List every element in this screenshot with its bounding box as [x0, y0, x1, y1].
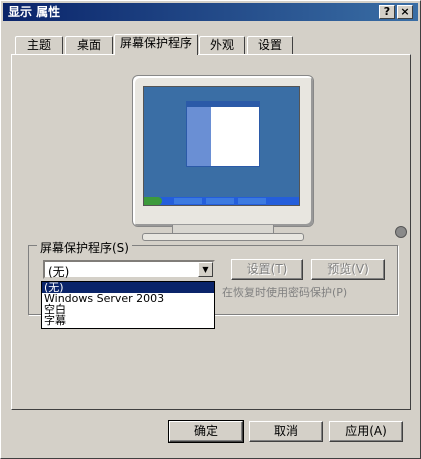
tab-appearance[interactable]: 外观: [199, 36, 245, 54]
title-bar[interactable]: 显示 属性 ? ×: [3, 3, 418, 21]
monitor-preview: [132, 75, 407, 238]
preview-screen: [143, 86, 300, 206]
group-title: 屏幕保护程序(S): [37, 239, 132, 256]
tab-theme[interactable]: 主题: [15, 36, 63, 54]
apply-button[interactable]: 应用(A): [329, 421, 403, 442]
monitor-base: [142, 233, 304, 241]
preview-button[interactable]: 预览(V): [311, 259, 385, 280]
display-properties-window: 显示 属性 ? × 主题 桌面 屏幕保护程序 外观 设置 屏幕保护程序(S) (…: [0, 0, 421, 459]
preview-start-button: [144, 197, 162, 205]
cancel-button[interactable]: 取消: [249, 421, 323, 442]
screensaver-dropdown-list[interactable]: (无) Windows Server 2003 空白 字幕: [41, 281, 215, 329]
help-icon[interactable]: ?: [379, 5, 395, 19]
ok-button[interactable]: 确定: [168, 420, 244, 443]
tab-settings[interactable]: 设置: [247, 36, 293, 54]
power-icon: [395, 226, 407, 238]
dropdown-option[interactable]: 空白: [42, 304, 214, 315]
combo-value: (无): [48, 265, 70, 279]
window-title: 显示 属性: [8, 5, 61, 19]
screensaver-select[interactable]: (无) ▼: [43, 260, 215, 279]
close-icon[interactable]: ×: [397, 5, 413, 19]
chevron-down-icon[interactable]: ▼: [198, 262, 213, 277]
tab-screensaver[interactable]: 屏幕保护程序: [114, 34, 198, 55]
tab-desktop[interactable]: 桌面: [65, 36, 113, 54]
preview-window: [186, 101, 260, 167]
password-protect-label[interactable]: 在恢复时使用密码保护(P): [222, 284, 347, 300]
screensaver-panel: 屏幕保护程序(S) (无) ▼ 设置(T) 预览(V) 在恢复时使用密码保护(P…: [11, 54, 411, 410]
dropdown-option[interactable]: 字幕: [42, 315, 214, 326]
settings-button[interactable]: 设置(T): [231, 259, 303, 280]
dropdown-option[interactable]: Windows Server 2003: [42, 293, 214, 304]
preview-taskbar: [144, 197, 299, 205]
